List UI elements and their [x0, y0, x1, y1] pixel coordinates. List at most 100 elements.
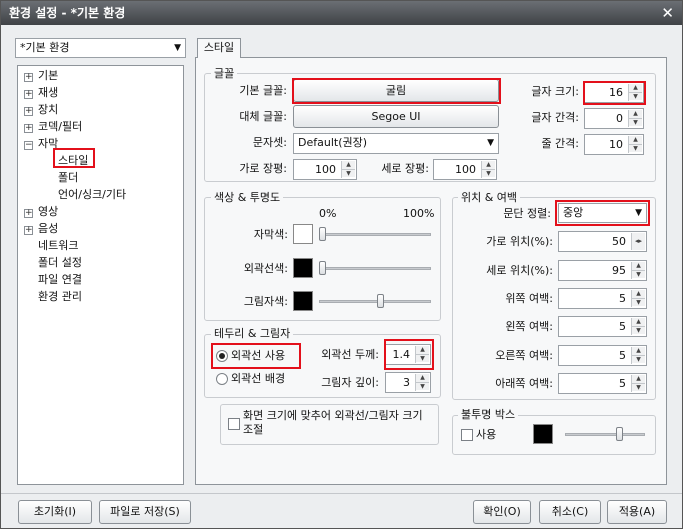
tree-item-lang-sync[interactable]: 언어/싱크/기타 [58, 187, 126, 203]
expand-icon[interactable]: + [24, 107, 33, 116]
arrow-down-icon[interactable]: ▼ [632, 326, 645, 334]
bottom-margin-stepper[interactable]: 5 ▲ ▼ [558, 373, 647, 394]
tree-item-profile-mgmt[interactable]: 환경 관리 [38, 289, 82, 305]
spin-buttons[interactable]: ▲ ▼ [628, 110, 642, 127]
hpos-stepper[interactable]: 50 ◂▸ [558, 231, 647, 252]
chevron-down-icon: ▼ [174, 43, 181, 53]
left-margin-stepper[interactable]: 5 ▲ ▼ [558, 316, 647, 337]
arrow-up-icon[interactable]: ▲ [632, 262, 645, 270]
tree-item-basic[interactable]: 기본 [38, 68, 58, 84]
tree-item-video[interactable]: 영상 [38, 204, 58, 220]
arrow-up-icon[interactable]: ▲ [416, 374, 429, 382]
opaque-box-use-label[interactable]: 사용 [476, 428, 496, 442]
arrow-down-icon[interactable]: ▼ [632, 270, 645, 278]
outline-opacity-thumb[interactable] [319, 261, 326, 275]
tree-item-file-assoc[interactable]: 파일 연결 [38, 272, 82, 288]
save-to-file-button[interactable]: 파일로 저장(S) [99, 500, 191, 524]
outline-bg-label[interactable]: 외곽선 배경 [231, 372, 285, 386]
arrow-down-icon[interactable]: ▼ [632, 383, 645, 391]
subtitle-color-swatch[interactable] [293, 224, 313, 244]
ok-button[interactable]: 확인(O) [473, 500, 531, 524]
shadow-opacity-thumb[interactable] [376, 294, 384, 308]
tab-style[interactable]: 스타일 [197, 38, 241, 58]
vpos-label: 세로 위치(%): [486, 264, 553, 277]
arrow-down-icon[interactable]: ▼ [632, 298, 645, 306]
outline-bg-radio[interactable] [216, 373, 228, 385]
apply-button[interactable]: 적용(A) [607, 500, 667, 524]
charset-select[interactable]: Default(권장) ▼ [293, 133, 499, 154]
arrow-up-icon[interactable]: ▲ [629, 136, 642, 144]
opacity-min-label: 0% [319, 207, 337, 220]
tree-item-audio[interactable]: 음성 [38, 221, 58, 237]
tree-item-device[interactable]: 장치 [38, 102, 58, 118]
cancel-button[interactable]: 취소(C) [539, 500, 601, 524]
spin-buttons[interactable]: ▲ ▼ [341, 161, 355, 178]
outline-color-swatch[interactable] [293, 258, 313, 278]
shadow-depth-stepper[interactable]: 3 ▲ ▼ [385, 372, 431, 393]
vscale-label: 세로 장평: [381, 162, 429, 175]
top-margin-value: 5 [619, 292, 626, 305]
chevron-down-icon: ▼ [487, 138, 494, 148]
top-margin-stepper[interactable]: 5 ▲ ▼ [558, 288, 647, 309]
spin-buttons[interactable]: ▲ ▼ [631, 347, 645, 364]
arrow-down-icon[interactable]: ▼ [482, 169, 495, 177]
alt-font-button[interactable]: Segoe UI [293, 105, 499, 128]
arrow-up-icon[interactable]: ▲ [482, 161, 495, 169]
opaque-box-opacity-track[interactable] [565, 433, 645, 436]
reset-button[interactable]: 초기화(I) [18, 500, 92, 524]
arrow-up-icon[interactable]: ▲ [342, 161, 355, 169]
expand-icon[interactable]: + [24, 226, 33, 235]
spacing-stepper[interactable]: 0 ▲ ▼ [584, 108, 644, 129]
profile-select[interactable]: *기본 환경 ▼ [15, 38, 186, 58]
arrow-down-icon[interactable]: ▼ [416, 382, 429, 390]
collapse-icon[interactable]: − [24, 141, 33, 150]
shadow-color-label: 그림자색: [243, 295, 288, 308]
tree-item-codec[interactable]: 코덱/필터 [38, 119, 82, 135]
expand-icon[interactable]: + [24, 73, 33, 82]
fit-to-screen-checkbox[interactable] [228, 418, 240, 430]
arrow-up-icon[interactable]: ▲ [632, 318, 645, 326]
fit-to-screen-label[interactable]: 화면 크기에 맞추어 외곽선/그림자 크기 조절 [243, 409, 435, 437]
opaque-box-checkbox[interactable] [461, 429, 473, 441]
spin-buttons[interactable]: ▲ ▼ [631, 262, 645, 279]
shadow-color-swatch[interactable] [293, 291, 313, 311]
arrow-up-icon[interactable]: ▲ [632, 290, 645, 298]
subtitle-opacity-track[interactable] [319, 233, 431, 236]
vpos-stepper[interactable]: 95 ▲ ▼ [558, 260, 647, 281]
arrow-left-right-icon[interactable]: ◂▸ [632, 233, 645, 250]
arrow-up-icon[interactable]: ▲ [632, 375, 645, 383]
tree-item-network[interactable]: 네트워크 [38, 238, 78, 254]
expand-icon[interactable]: + [24, 124, 33, 133]
arrow-down-icon[interactable]: ▼ [629, 144, 642, 152]
right-margin-stepper[interactable]: 5 ▲ ▼ [558, 345, 647, 366]
arrow-down-icon[interactable]: ▼ [632, 355, 645, 363]
opaque-box-opacity-thumb[interactable] [616, 427, 624, 441]
subtitle-opacity-thumb[interactable] [319, 227, 326, 241]
shadow-opacity-track[interactable] [319, 300, 431, 303]
vscale-stepper[interactable]: 100 ▲ ▼ [433, 159, 497, 180]
spin-buttons[interactable]: ▲ ▼ [481, 161, 495, 178]
outline-opacity-track[interactable] [319, 267, 431, 270]
tree-item-folder[interactable]: 폴더 [58, 170, 78, 186]
line-spacing-stepper[interactable]: 10 ▲ ▼ [584, 134, 644, 155]
close-icon[interactable]: ✕ [661, 1, 674, 25]
spin-buttons[interactable]: ▲ ▼ [631, 318, 645, 335]
opaque-box-color-swatch[interactable] [533, 424, 553, 444]
expand-icon[interactable]: + [24, 90, 33, 99]
font-group-title: 글꼴 [211, 67, 238, 80]
arrow-up-icon[interactable]: ▲ [629, 110, 642, 118]
spin-buttons-horizontal[interactable]: ◂▸ [631, 233, 645, 250]
bottom-margin-label: 아래쪽 여백: [495, 377, 553, 390]
spin-buttons[interactable]: ▲ ▼ [631, 375, 645, 392]
line-spacing-value: 10 [609, 138, 623, 151]
expand-icon[interactable]: + [24, 209, 33, 218]
spin-buttons[interactable]: ▲ ▼ [631, 290, 645, 307]
tree-item-folder-settings[interactable]: 폴더 설정 [38, 255, 82, 271]
arrow-down-icon[interactable]: ▼ [342, 169, 355, 177]
spin-buttons[interactable]: ▲ ▼ [628, 136, 642, 153]
arrow-down-icon[interactable]: ▼ [629, 118, 642, 126]
hscale-stepper[interactable]: 100 ▲ ▼ [293, 159, 357, 180]
spin-buttons[interactable]: ▲ ▼ [415, 374, 429, 391]
tree-item-playback[interactable]: 재생 [38, 85, 58, 101]
arrow-up-icon[interactable]: ▲ [632, 347, 645, 355]
